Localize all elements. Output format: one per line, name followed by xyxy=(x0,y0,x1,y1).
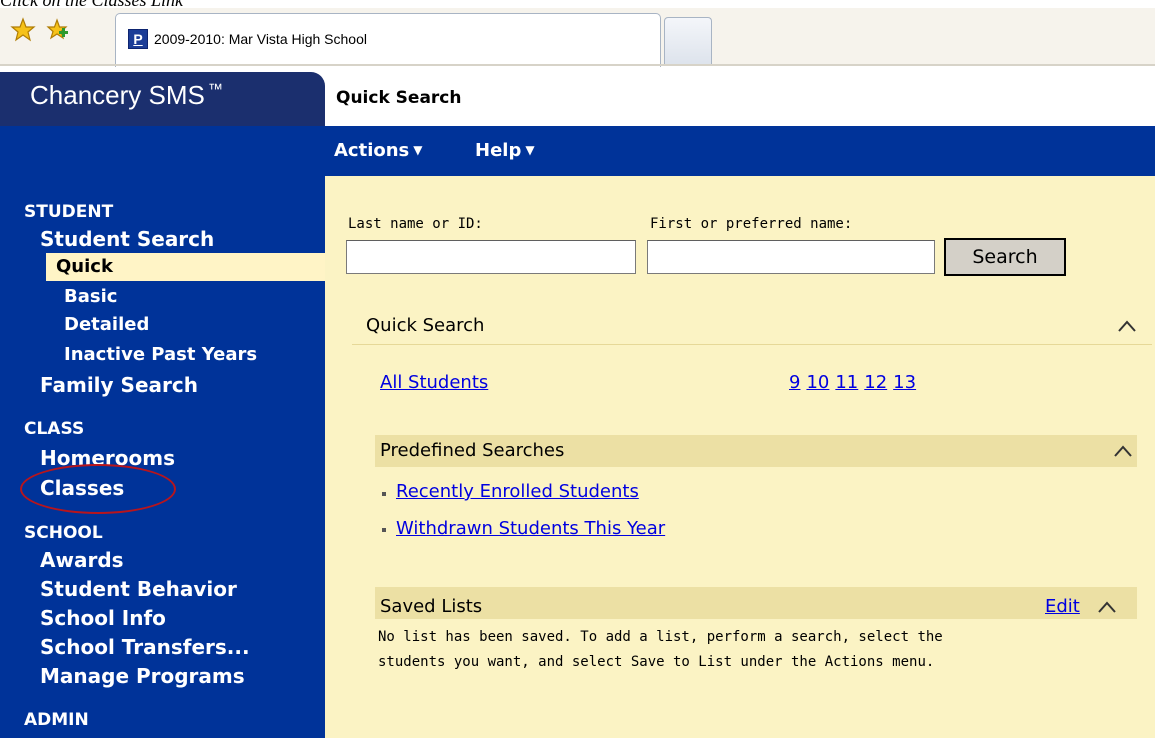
favorites-star-icon[interactable] xyxy=(10,17,36,43)
bullet-icon xyxy=(382,492,386,496)
sidebar-item-student-search[interactable]: Student Search xyxy=(40,229,214,249)
trademark-symbol: ™ xyxy=(207,81,223,98)
saved-lists-message-line2: students you want, and select Save to Li… xyxy=(378,654,935,670)
help-menu-label: Help xyxy=(475,140,522,161)
chrome-divider xyxy=(0,64,1155,66)
sidebar-item-family-search[interactable]: Family Search xyxy=(40,375,198,395)
predefined-searches-title: Predefined Searches xyxy=(380,440,565,461)
sidebar-heading-student: STUDENT xyxy=(24,202,114,222)
saved-lists-header xyxy=(375,587,1137,619)
actions-menu[interactable]: Actions ▼ xyxy=(334,140,423,161)
sidebar-item-awards[interactable]: Awards xyxy=(40,550,124,570)
saved-lists-title: Saved Lists xyxy=(380,596,483,617)
withdrawn-students-link[interactable]: Withdrawn Students This Year xyxy=(396,518,665,539)
sidebar-item-school-info[interactable]: School Info xyxy=(40,608,166,628)
first-name-label: First or preferred name: xyxy=(650,216,853,232)
browser-tab[interactable]: P 2009-2010: Mar Vista High School xyxy=(115,13,661,67)
sidebar-heading-class: CLASS xyxy=(24,419,85,439)
first-name-input[interactable] xyxy=(647,240,935,274)
quick-search-panel-title: Quick Search xyxy=(366,315,485,336)
last-name-input[interactable] xyxy=(346,240,636,274)
grade-link-10[interactable]: 10 xyxy=(806,372,829,393)
menu-bar xyxy=(0,126,1155,176)
actions-menu-label: Actions xyxy=(334,140,410,161)
sidebar-item-classes[interactable]: Classes xyxy=(40,478,124,498)
search-button[interactable]: Search xyxy=(944,238,1066,276)
site-favicon-icon: P xyxy=(128,29,148,49)
collapse-chevron-up-icon[interactable] xyxy=(1118,317,1136,335)
sidebar-item-basic[interactable]: Basic xyxy=(64,288,117,306)
grade-link-9[interactable]: 9 xyxy=(789,372,800,393)
sidebar-item-manage-programs[interactable]: Manage Programs xyxy=(40,666,245,686)
last-name-label: Last name or ID: xyxy=(348,216,483,232)
saved-lists-edit-link[interactable]: Edit xyxy=(1045,596,1080,617)
new-tab-button[interactable] xyxy=(664,17,712,65)
sidebar-item-inactive-past-years[interactable]: Inactive Past Years xyxy=(64,346,257,364)
collapse-chevron-up-icon[interactable] xyxy=(1098,598,1116,616)
add-favorites-icon[interactable] xyxy=(44,17,70,43)
app-logo: Chancery SMS ™ xyxy=(30,80,223,111)
sidebar-item-school-transfers[interactable]: School Transfers... xyxy=(40,637,250,657)
app-logo-text: Chancery SMS xyxy=(30,80,205,110)
saved-lists-message-line1: No list has been saved. To add a list, p… xyxy=(378,629,943,645)
panel-divider xyxy=(352,344,1152,345)
sidebar-heading-admin: ADMIN xyxy=(24,710,89,730)
sidebar-item-detailed[interactable]: Detailed xyxy=(64,316,149,334)
chevron-down-icon: ▼ xyxy=(525,143,535,157)
bullet-icon xyxy=(382,528,386,532)
recently-enrolled-link[interactable]: Recently Enrolled Students xyxy=(396,481,639,502)
page-title: Quick Search xyxy=(336,88,462,108)
grade-link-11[interactable]: 11 xyxy=(835,372,858,393)
sidebar-heading-school: SCHOOL xyxy=(24,523,103,543)
browser-tab-title: 2009-2010: Mar Vista High School xyxy=(154,31,367,47)
grade-link-13[interactable]: 13 xyxy=(893,372,916,393)
sidebar-item-student-behavior[interactable]: Student Behavior xyxy=(40,579,237,599)
grade-links: 9 10 11 12 13 xyxy=(789,372,922,393)
collapse-chevron-up-icon[interactable] xyxy=(1114,442,1132,460)
sidebar-item-homerooms[interactable]: Homerooms xyxy=(40,448,175,468)
grade-link-12[interactable]: 12 xyxy=(864,372,887,393)
chevron-down-icon: ▼ xyxy=(413,143,423,157)
all-students-link[interactable]: All Students xyxy=(380,372,488,393)
sidebar-item-quick[interactable]: Quick xyxy=(56,258,113,276)
help-menu[interactable]: Help ▼ xyxy=(475,140,535,161)
